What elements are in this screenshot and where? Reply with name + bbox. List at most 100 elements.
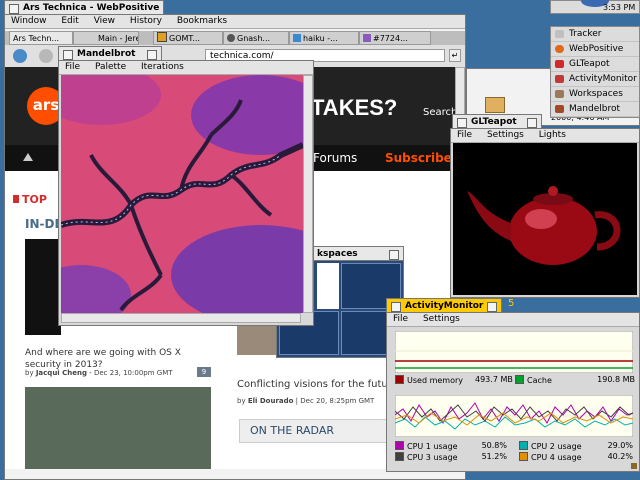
- deskbar-item-glteapot-label: GLTeapot: [569, 59, 610, 69]
- deskbar-item-tracker[interactable]: Tracker: [551, 27, 639, 42]
- article1-comment-count[interactable]: 9: [197, 367, 211, 377]
- menu-bookmarks[interactable]: Bookmarks: [171, 16, 233, 26]
- cpu2-value: 29.0%: [607, 441, 633, 450]
- menu-settings[interactable]: Settings: [481, 130, 530, 140]
- menu-iterations[interactable]: Iterations: [135, 62, 190, 72]
- mandelbrot-vscroll[interactable]: [303, 75, 313, 313]
- webpositive-menubar: Window Edit View History Bookmarks: [5, 15, 465, 29]
- article1-byline: by Jacqui Cheng - Dec 23, 10:00pm GMT: [25, 369, 173, 377]
- webpositive-icon: [555, 45, 564, 53]
- close-box-icon[interactable]: [391, 302, 401, 312]
- activitymonitor-icon: [555, 75, 564, 83]
- glteapot-window-tab[interactable]: GLTeapot: [452, 114, 542, 129]
- cpu1-row: CPU 1 usage 50.8%: [395, 441, 507, 451]
- mandelbrot-title: Mandelbrot: [77, 49, 136, 59]
- mandelbrot-window: File Palette Iterations: [58, 60, 314, 326]
- menu-edit[interactable]: Edit: [55, 16, 84, 26]
- nav-subscribe[interactable]: Subscribe: [385, 151, 452, 165]
- browser-tab-gomt-label: GOMT...: [169, 34, 200, 43]
- browser-tab-strip: Ars Techn... Main - Jere... GOMT... Gnas…: [5, 31, 465, 45]
- zoom-box-icon[interactable]: [527, 118, 537, 128]
- headline-fragment: TAKES?: [311, 95, 398, 120]
- close-box-icon[interactable]: [457, 118, 467, 128]
- home-icon[interactable]: [23, 153, 33, 161]
- deskbar-item-webpositive[interactable]: WebPositive: [551, 42, 639, 57]
- browser-tab-haiku-label: haiku -...: [303, 34, 338, 43]
- deskbar-item-mandelbrot[interactable]: Mandelbrot: [551, 102, 639, 117]
- menu-file[interactable]: File: [451, 130, 478, 140]
- memory-used-swatch: [395, 375, 404, 384]
- back-button[interactable]: [13, 49, 27, 63]
- zoom-box-icon[interactable]: [487, 302, 497, 312]
- teapot-canvas[interactable]: [453, 143, 637, 295]
- favicon-icon: [293, 34, 301, 42]
- workspaces-window-tab[interactable]: kspaces: [312, 246, 404, 261]
- radar-label: ON THE RADAR: [250, 424, 334, 437]
- menu-file[interactable]: File: [59, 62, 86, 72]
- memory-used-value: 493.7 MB: [475, 375, 513, 384]
- mandelbrot-hscroll[interactable]: [61, 313, 301, 323]
- article1-image[interactable]: [25, 239, 61, 335]
- zoom-box-icon[interactable]: [389, 250, 399, 260]
- cpu4-row: CPU 4 usage 40.2%: [519, 452, 633, 462]
- folder-icon[interactable]: [485, 97, 505, 113]
- webpositive-window-tab[interactable]: Ars Technica - WebPositive: [4, 0, 164, 15]
- workspace-1[interactable]: [317, 263, 339, 309]
- article1-title[interactable]: And where are we going with OS X securit…: [25, 347, 215, 371]
- deskbar-time[interactable]: 3:53 PM: [603, 3, 635, 12]
- cpu1-label: CPU 1 usage: [407, 442, 458, 451]
- go-button[interactable]: ↵: [449, 49, 461, 62]
- menu-view[interactable]: View: [88, 16, 121, 26]
- browser-tab-ticket[interactable]: #7724...: [359, 31, 431, 45]
- browser-tab-gomt[interactable]: GOMT...: [153, 31, 223, 45]
- forward-button[interactable]: [39, 49, 53, 63]
- menu-settings[interactable]: Settings: [417, 314, 466, 324]
- deskbar: Tracker WebPositive GLTeapot ActivityMon…: [550, 26, 640, 118]
- deskbar-item-activitymonitor-label: ActivityMonitor: [569, 74, 637, 84]
- mandelbrot-window-tab[interactable]: Mandelbrot: [58, 46, 162, 61]
- close-box-icon[interactable]: [9, 4, 19, 14]
- search-link[interactable]: Search: [423, 107, 455, 118]
- webpositive-title: Ars Technica - WebPositive: [23, 3, 160, 13]
- top-stories-marker: [13, 195, 19, 203]
- section-label: IN-DE: [25, 217, 63, 231]
- browser-tab-ars[interactable]: Ars Techn...: [9, 31, 73, 45]
- glteapot-window: File Settings Lights: [450, 128, 640, 298]
- glteapot-menubar: File Settings Lights: [451, 129, 639, 143]
- menu-palette[interactable]: Palette: [89, 62, 132, 72]
- deskbar-item-workspaces[interactable]: Workspaces: [551, 87, 639, 102]
- memory-used-row: Used memory 493.7 MB: [395, 375, 513, 385]
- browser-tab-haiku[interactable]: haiku -...: [289, 31, 359, 45]
- menu-file[interactable]: File: [387, 314, 414, 324]
- top-stories-label: TOP: [13, 193, 47, 206]
- memory-used-label: Used memory: [407, 376, 463, 385]
- menu-lights[interactable]: Lights: [533, 130, 572, 140]
- mandelbrot-canvas[interactable]: [61, 75, 303, 313]
- deskbar-item-activitymonitor[interactable]: ActivityMonitor: [551, 72, 639, 87]
- workspaces-status-number: 5: [508, 298, 515, 309]
- nav-forums[interactable]: Forums: [313, 151, 357, 165]
- browser-tab-main[interactable]: Main - Jere...: [73, 31, 139, 45]
- cpu2-row: CPU 2 usage 29.0%: [519, 441, 633, 451]
- zoom-box-icon[interactable]: [147, 50, 157, 60]
- browser-tab-gnash-label: Gnash...: [237, 34, 271, 43]
- teapot-icon: [555, 60, 564, 68]
- teapot-body: [509, 197, 597, 265]
- memory-cache-value: 190.8 MB: [597, 375, 635, 384]
- browser-tab-gnash[interactable]: Gnash...: [223, 31, 289, 45]
- cpu4-swatch: [519, 452, 528, 461]
- article1-author[interactable]: Jacqui Cheng: [36, 369, 87, 377]
- cpu4-label: CPU 4 usage: [531, 453, 582, 462]
- article2-title[interactable]: Conflicting visions for the futur: [237, 379, 392, 390]
- deskbar-item-glteapot[interactable]: GLTeapot: [551, 57, 639, 72]
- resize-grip-icon[interactable]: [631, 463, 637, 469]
- menu-history[interactable]: History: [124, 16, 168, 26]
- article2-author[interactable]: Eli Dourado: [248, 397, 294, 405]
- close-box-icon[interactable]: [63, 50, 73, 60]
- activitymonitor-title: ActivityMonitor: [405, 301, 484, 311]
- article2-image[interactable]: [25, 387, 211, 469]
- activitymonitor-window-tab[interactable]: ActivityMonitor: [386, 298, 502, 313]
- menu-window[interactable]: Window: [5, 16, 53, 26]
- deskbar-item-tracker-label: Tracker: [569, 29, 602, 39]
- cpu1-value: 50.8%: [481, 441, 507, 450]
